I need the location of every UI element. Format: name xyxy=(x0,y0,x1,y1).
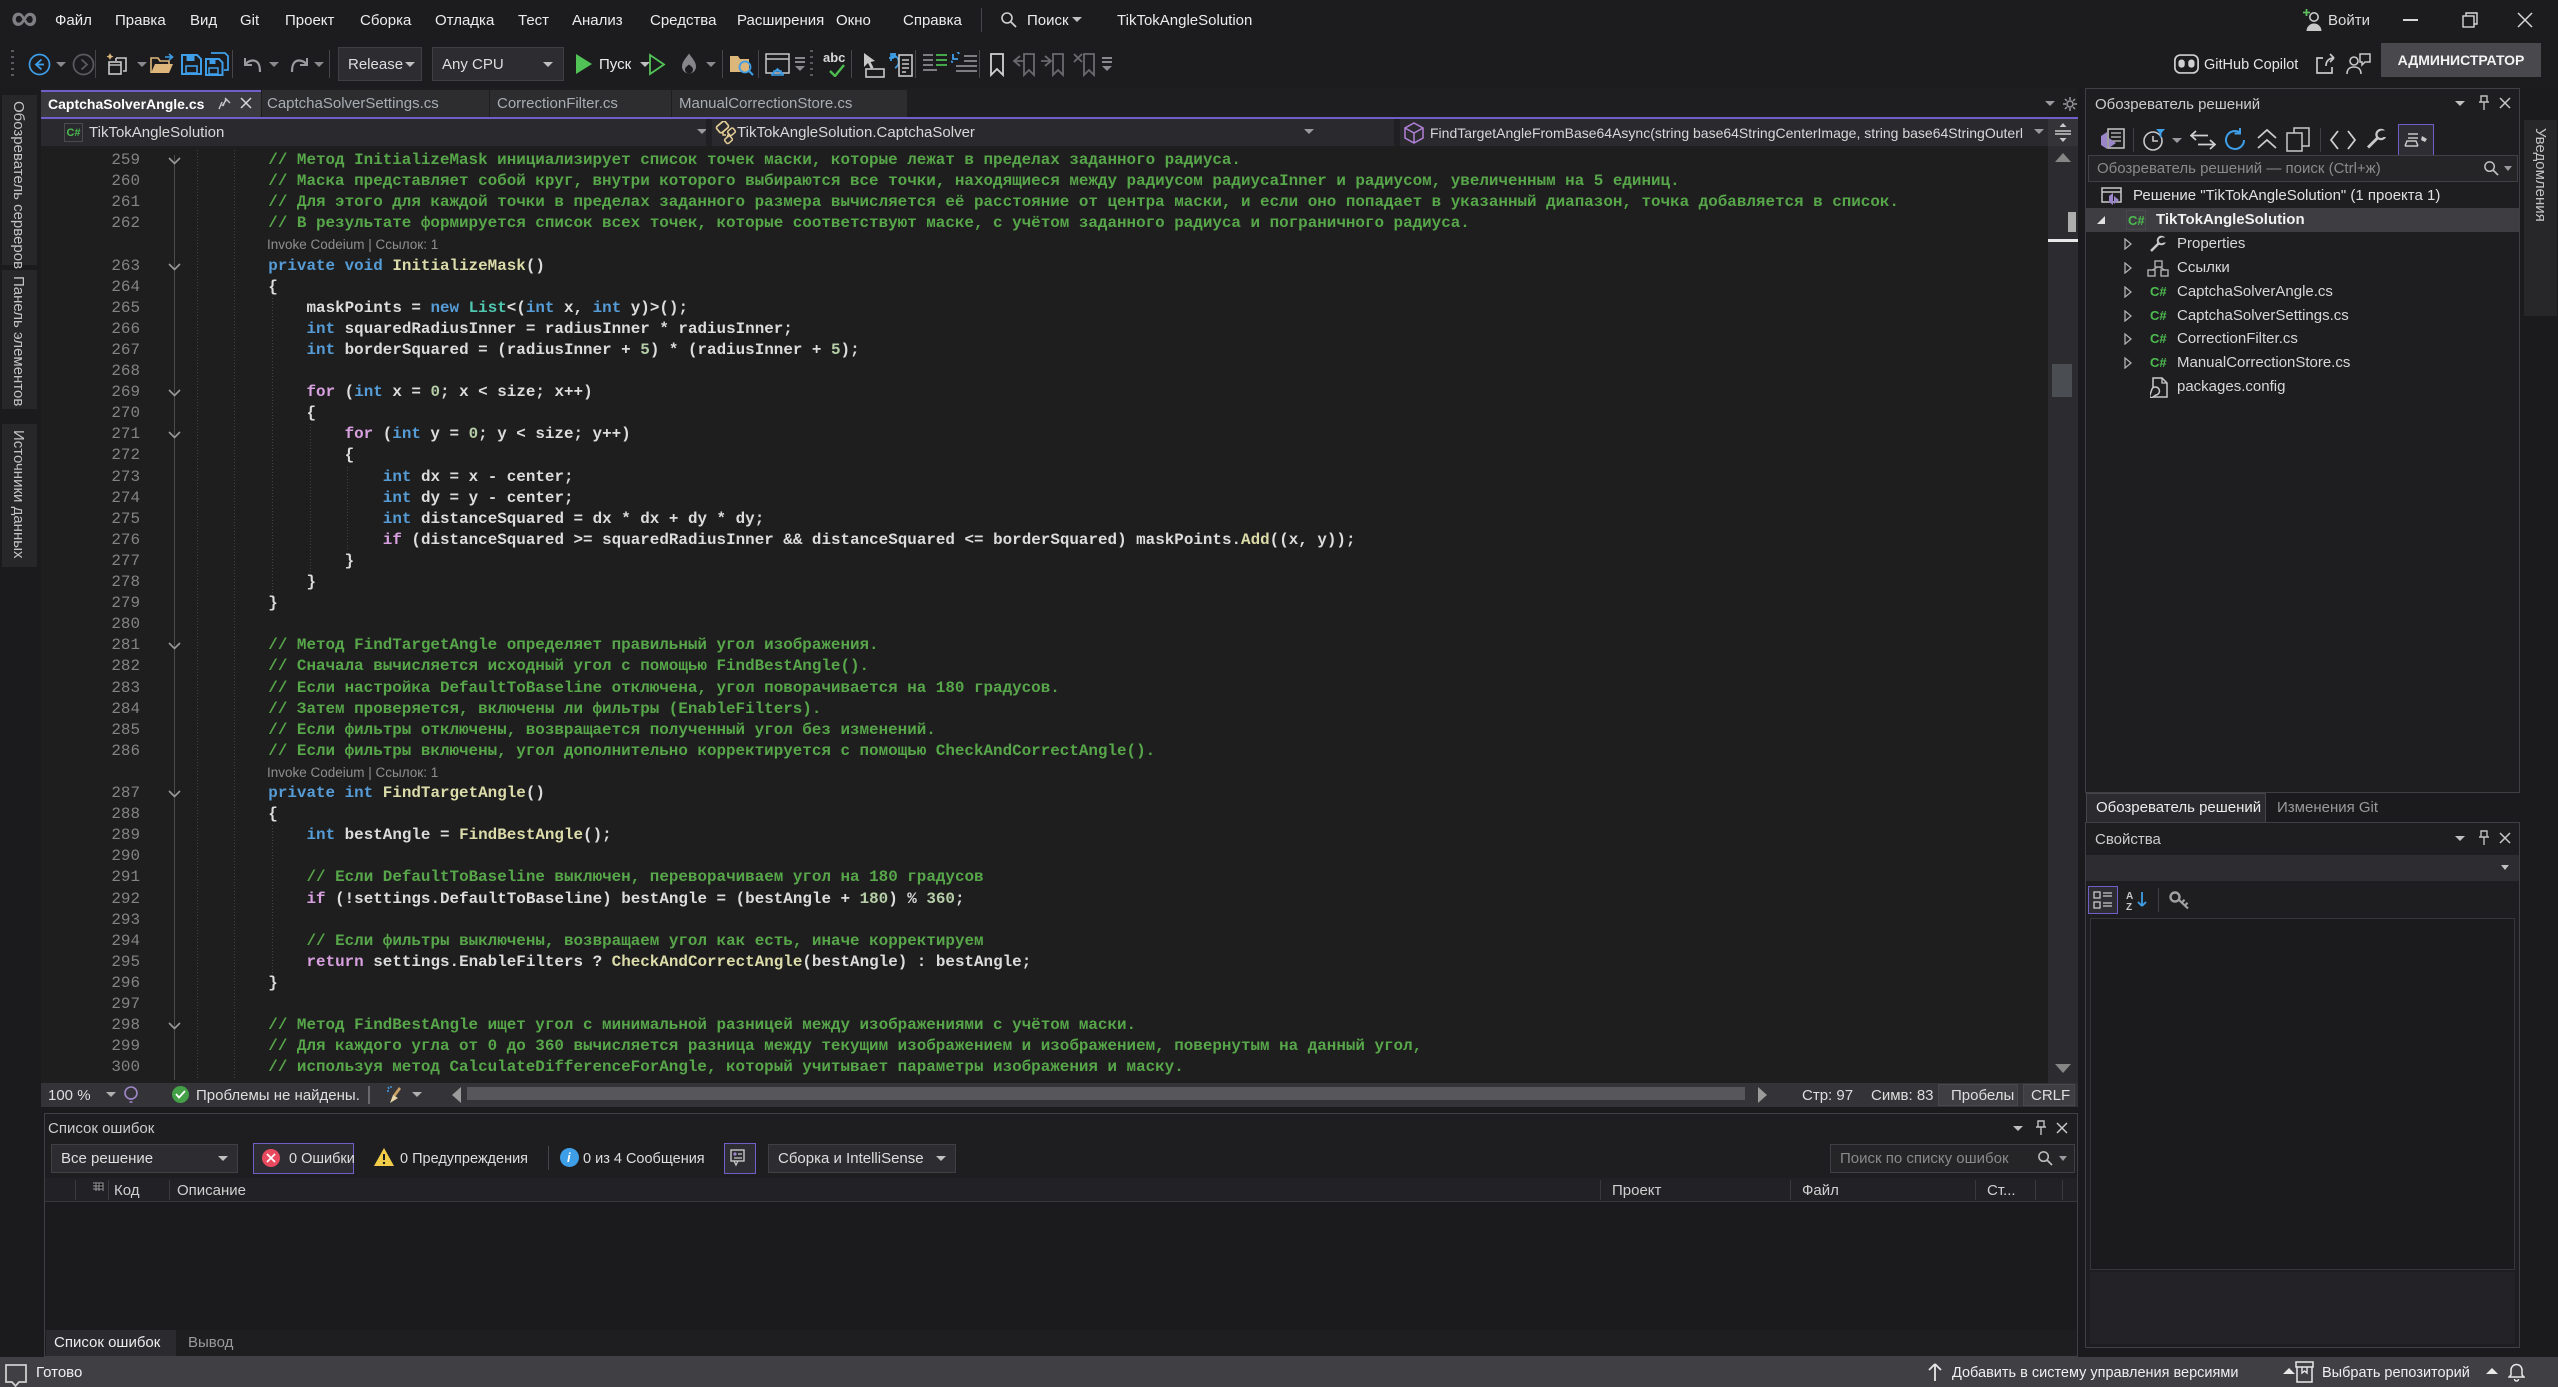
svg-text:A: A xyxy=(2126,891,2133,902)
svg-text:Z: Z xyxy=(2126,902,2132,911)
